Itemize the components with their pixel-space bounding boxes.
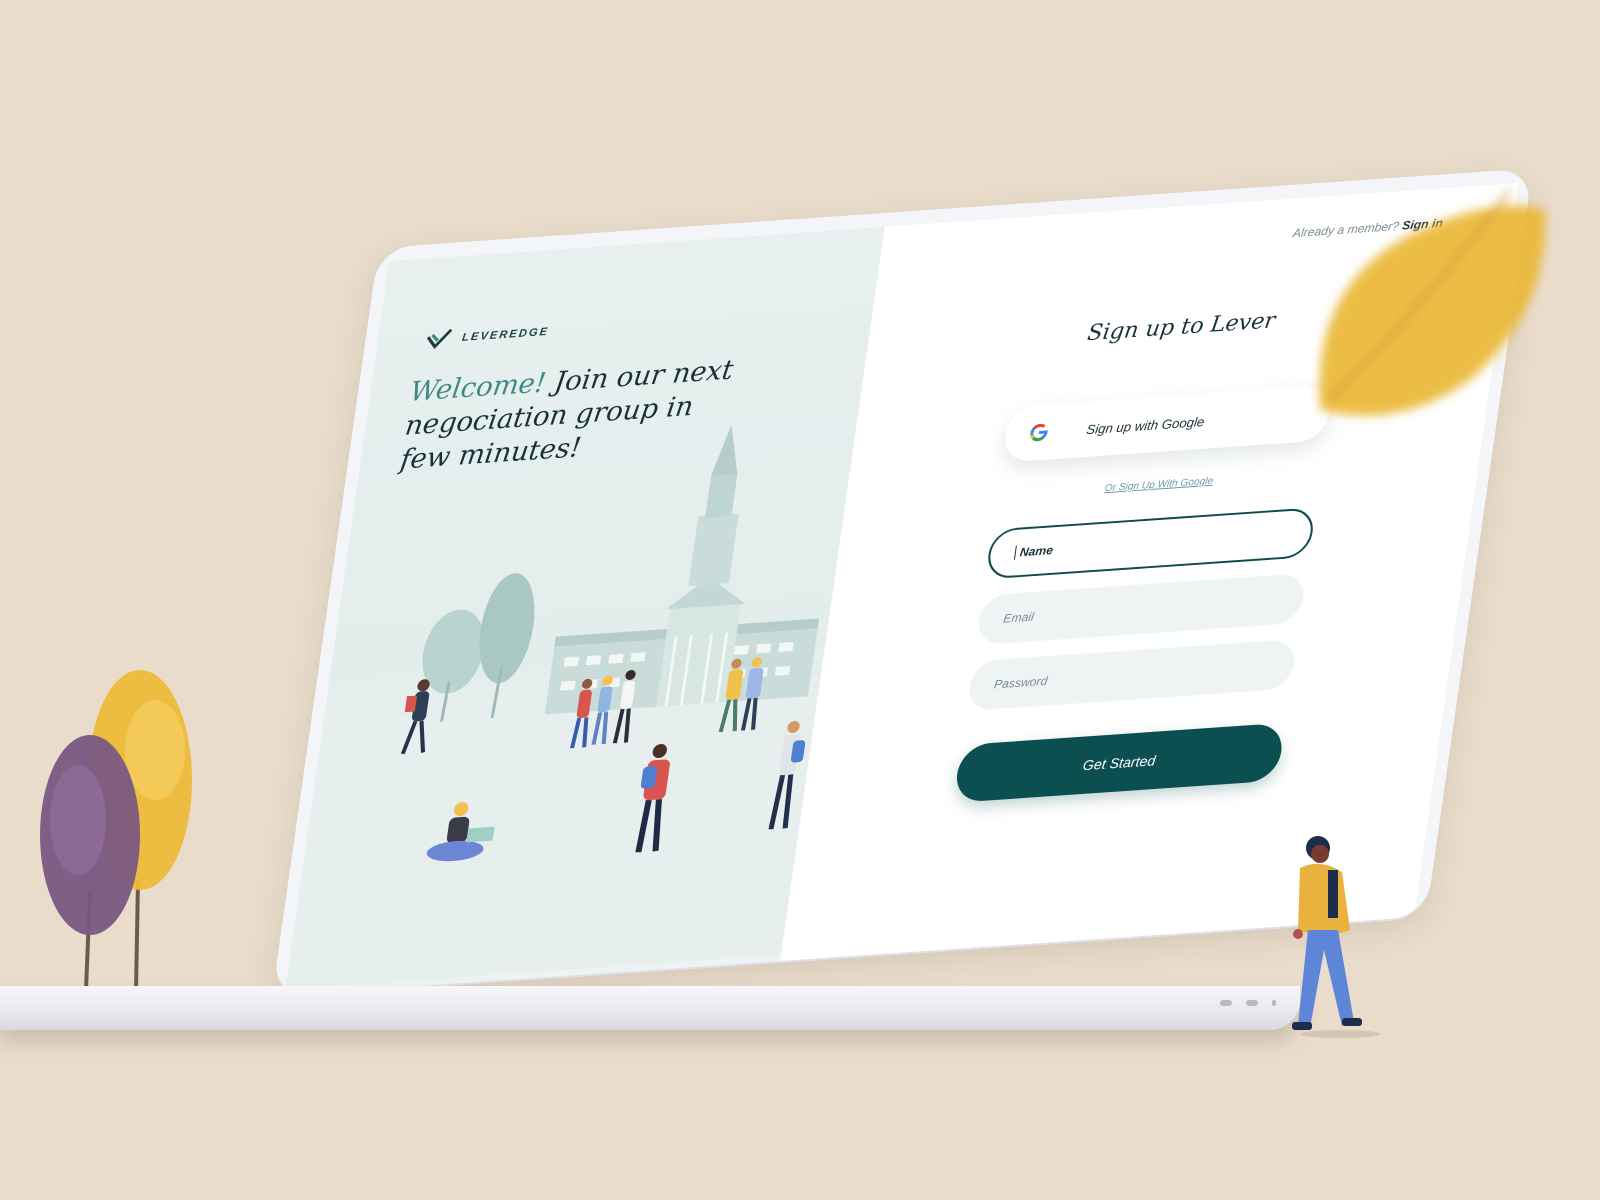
google-signup-button[interactable]: Sign up with Google	[1001, 384, 1334, 463]
google-button-label: Sign up with Google	[1085, 413, 1206, 437]
usb-port	[1246, 1000, 1258, 1006]
password-field[interactable]: Password	[966, 638, 1298, 712]
signup-form: Sign up to Lever Sign up with Google Or …	[953, 304, 1345, 803]
leveredge-logo-icon	[426, 328, 453, 350]
campus-illustration	[285, 425, 821, 990]
laptop-base	[0, 986, 1300, 1030]
brand-logo: LEVEREDGE	[424, 321, 550, 351]
name-field-value: Name	[1018, 543, 1055, 560]
falling-leaf-illustration	[1319, 190, 1546, 416]
scene: LEVEREDGE Welcome! Join our next negocia…	[0, 0, 1600, 1200]
get-started-button[interactable]: Get Started	[953, 722, 1286, 803]
form-title: Sign up to Lever	[1085, 308, 1277, 347]
brand-name: LEVEREDGE	[461, 325, 550, 344]
alt-google-signup-link[interactable]: Or Sign Up With Google	[996, 468, 1322, 501]
email-field[interactable]: Email	[975, 573, 1307, 646]
name-field[interactable]: Name	[985, 507, 1317, 580]
walking-person-illustration	[1292, 836, 1380, 1038]
usb-port	[1220, 1000, 1232, 1006]
text-cursor	[1013, 545, 1017, 560]
email-placeholder: Email	[1002, 609, 1035, 626]
google-icon	[1030, 423, 1048, 442]
autumn-trees-illustration	[40, 670, 192, 995]
password-placeholder: Password	[993, 673, 1049, 692]
audio-port	[1272, 1000, 1276, 1006]
